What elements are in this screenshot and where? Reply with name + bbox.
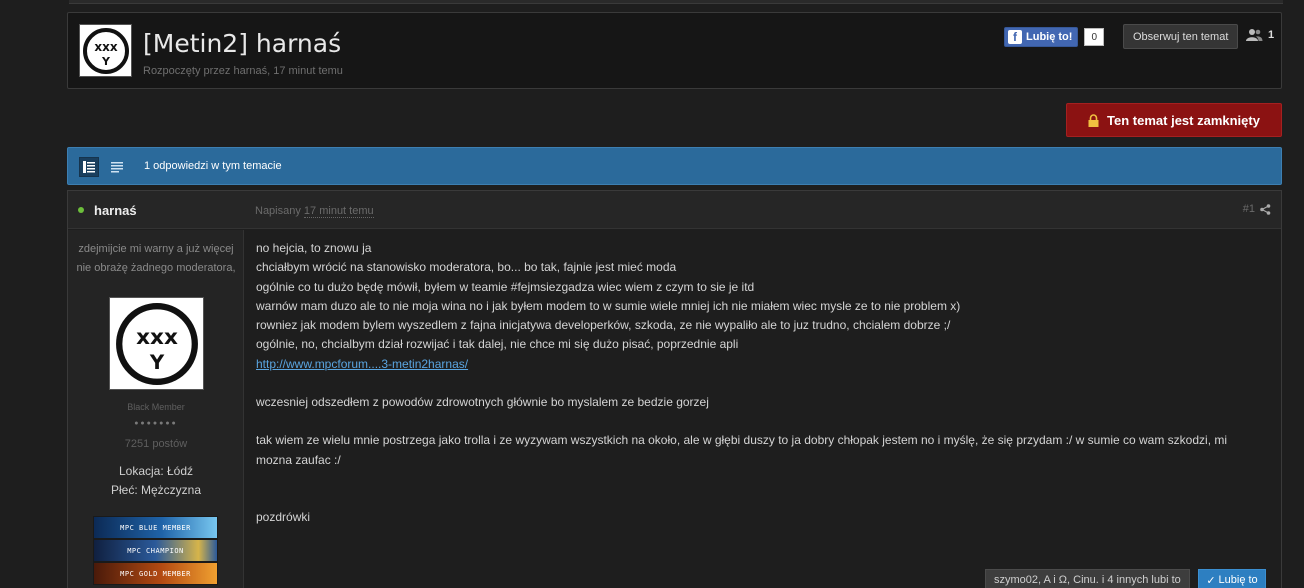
- post-line: ogólnie co tu dużo będę mówił, byłem w t…: [256, 279, 755, 294]
- post: harnaś Napisany 17 minut temu #1 zdejmij…: [67, 190, 1282, 588]
- facebook-like-button[interactable]: f Lubię to!: [1004, 27, 1079, 47]
- badge-gold-member: MPC GOLD MEMBER: [93, 562, 218, 585]
- post-paragraph: mozna zaufac :/: [256, 452, 341, 467]
- post-number-label: #1: [1242, 203, 1255, 215]
- users-icon: [1246, 29, 1263, 41]
- check-icon: ✓: [1206, 574, 1216, 587]
- facebook-like-count: 0: [1084, 28, 1104, 46]
- posted-time: 17 minut temu: [303, 205, 374, 218]
- author-gender: Płeć: Mężczyzna: [110, 483, 202, 497]
- followers-number: 1: [1268, 28, 1275, 41]
- author-group: Black Member: [127, 402, 185, 412]
- post-line: chciałbym wrócić na stanowisko moderator…: [256, 260, 677, 275]
- topic-title: [Metin2] harnaś: [143, 29, 342, 58]
- topic-avatar[interactable]: xxx Y: [79, 24, 132, 77]
- svg-text:Y: Y: [148, 351, 164, 374]
- post-paragraph: tak wiem ze wielu mnie postrzega jako tr…: [256, 433, 1228, 448]
- online-status-icon: [78, 207, 84, 213]
- rank-pips: ●●●●●●●: [134, 420, 178, 427]
- share-icon: [1260, 203, 1271, 215]
- facebook-like-label: Lubię to!: [1026, 31, 1073, 43]
- topic-header: xxx Y [Metin2] harnaś Rozpoczęty przez h…: [67, 12, 1282, 89]
- topic-started-by: Rozpoczęty przez harnaś, 17 minut temu: [143, 65, 343, 77]
- view-list-button[interactable]: [79, 157, 99, 177]
- post-line: rowniez jak modem bylem wyszedlem z fajn…: [256, 318, 951, 333]
- post-line: warnów mam duzo ale to nie moja wina no …: [256, 298, 961, 313]
- post-paragraph: wczesniej odszedłem z powodów zdrowotnyc…: [256, 395, 709, 410]
- badge-champion: MPC CHAMPION: [93, 539, 218, 562]
- facebook-icon: f: [1008, 30, 1022, 44]
- topic-locked-button[interactable]: Ten temat jest zamknięty: [1066, 103, 1282, 137]
- author-info: zdejmijcie mi warny a już więcej nie obr…: [68, 230, 244, 588]
- posted-label: Napisany: [255, 205, 301, 217]
- author-location: Lokacja: Łódź: [118, 464, 194, 478]
- reply-count: 1 odpowiedzi w tym temacie: [144, 160, 282, 172]
- badge-blue-member: MPC BLUE MEMBER: [93, 516, 218, 539]
- post-line: ogólnie, no, chcialbym dział rozwijać i …: [256, 337, 739, 352]
- facebook-like: f Lubię to! 0: [1004, 27, 1104, 47]
- post-content: no hejcia, to znowu ja chciałbym wrócić …: [256, 239, 1271, 527]
- author-post-count: 7251 postów: [124, 438, 188, 450]
- post-header: harnaś Napisany 17 minut temu #1: [68, 191, 1281, 229]
- follow-topic-button[interactable]: Obserwuj ten temat: [1123, 24, 1239, 49]
- svg-text:xxx: xxx: [94, 40, 117, 54]
- post-line: no hejcia, to znowu ja: [256, 241, 372, 255]
- post-author-name[interactable]: harnaś: [94, 203, 137, 218]
- author-avatar[interactable]: xxx Y: [109, 297, 204, 390]
- dead-face-icon: xxx Y: [82, 27, 129, 74]
- list-view-icon: [83, 161, 95, 173]
- like-button[interactable]: ✓ Lubię to: [1198, 569, 1266, 588]
- topic-locked-label: Ten temat jest zamknięty: [1107, 112, 1260, 128]
- top-strip: [69, 0, 1283, 4]
- view-compact-button[interactable]: [107, 157, 127, 177]
- dead-face-icon: xxx Y: [115, 302, 198, 385]
- likes-summary[interactable]: szymo02, A i Ω, Cinu. i 4 innych lubi to: [985, 569, 1190, 588]
- svg-text:Y: Y: [101, 55, 111, 68]
- svg-text:xxx: xxx: [136, 325, 178, 350]
- topic-toolbar: 1 odpowiedzi w tym temacie: [67, 147, 1282, 185]
- lock-icon: [1088, 113, 1099, 127]
- post-closing: pozdrówki: [256, 509, 311, 524]
- like-button-label: Lubię to: [1218, 574, 1258, 586]
- post-number[interactable]: #1: [1243, 203, 1271, 215]
- post-date: Napisany 17 minut temu: [255, 205, 374, 218]
- post-link[interactable]: http://www.mpcforum....3-metin2harnas/: [256, 357, 468, 371]
- compact-view-icon: [111, 161, 123, 172]
- author-member-title: zdejmijcie mi warny a już więcej nie obr…: [76, 243, 236, 274]
- followers-count[interactable]: 1: [1245, 28, 1274, 41]
